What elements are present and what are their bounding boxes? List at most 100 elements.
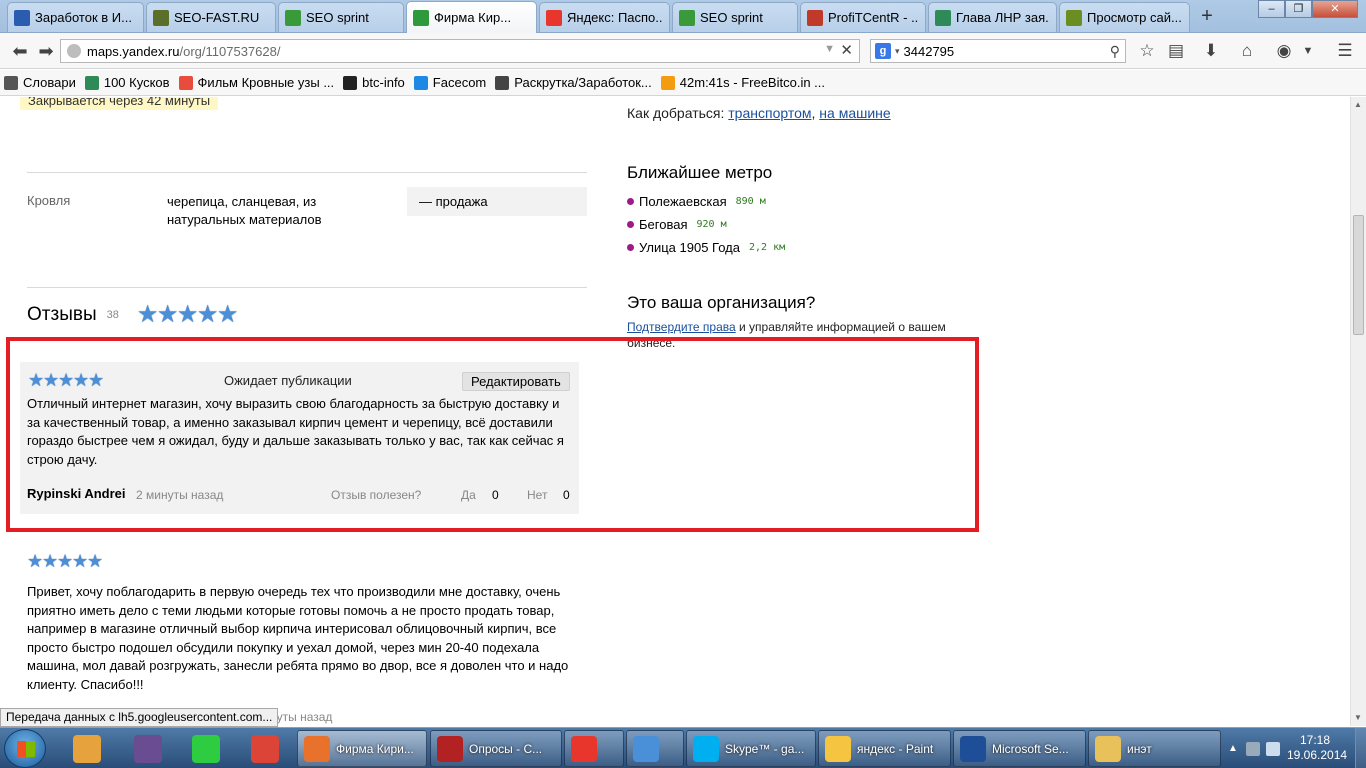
taskbar-pinned-app[interactable] — [183, 731, 229, 767]
taskbar-pinned-app[interactable] — [125, 731, 171, 767]
star-icon[interactable]: ★ — [137, 303, 159, 327]
tab-label: ProfiTCentR - ... — [828, 10, 919, 25]
browser-tab[interactable]: Просмотр сай... — [1059, 2, 1190, 32]
back-button[interactable]: ⬅ — [8, 39, 32, 63]
browser-tab[interactable]: Глава ЛНР зая... — [928, 2, 1057, 32]
tray-expand-icon[interactable]: ▲ — [1228, 743, 1238, 754]
taskbar-window-label: инэт — [1127, 741, 1152, 756]
chrome-icon — [251, 735, 279, 763]
clock[interactable]: 17:18 19.06.2014 — [1287, 733, 1347, 763]
star-icon[interactable]: ☆ — [1135, 39, 1159, 63]
tab-label: SEO sprint — [700, 10, 763, 25]
rating-stars[interactable]: ★ ★ ★ ★ ★ — [137, 303, 239, 327]
new-tab-button[interactable]: + — [1197, 5, 1217, 28]
app-icon — [571, 735, 597, 762]
maximize-button[interactable]: ❐ — [1285, 0, 1312, 18]
google-icon[interactable]: g — [875, 43, 891, 59]
game-avatar-icon — [134, 735, 162, 763]
forward-button[interactable]: ➡ — [34, 39, 58, 63]
metro-item: Полежаевская 890 м — [627, 190, 987, 213]
addon-dropdown-icon[interactable]: ▼ — [1296, 39, 1320, 63]
stop-icon[interactable]: ✕ — [840, 41, 853, 59]
page-content: Закрывается через 42 минуты Кровля череп… — [0, 97, 1350, 726]
tab-label: SEO sprint — [306, 10, 369, 25]
taskbar-window-button[interactable]: Фирма Кири... — [297, 730, 427, 767]
tab-label: SEO-FAST.RU — [174, 10, 260, 25]
menu-icon[interactable]: ☰ — [1333, 39, 1357, 63]
app-icon — [304, 735, 330, 762]
closing-time-badge: Закрывается через 42 минуты — [20, 97, 219, 110]
scrollbar-thumb[interactable] — [1353, 215, 1364, 335]
bookmark-item[interactable]: Facecom — [413, 75, 486, 90]
browser-tab[interactable]: SEO sprint — [278, 2, 404, 32]
browser-tab[interactable]: Яндекс: Паспо... — [539, 2, 670, 32]
taskbar-window-label: Microsoft Se... — [992, 741, 1069, 756]
taskbar-window-button[interactable] — [564, 730, 624, 767]
attribute-value: черепица, сланцевая, из натуральных мате… — [167, 194, 322, 227]
browser-tab[interactable]: ProfiTCentR - ... — [800, 2, 926, 32]
star-icon[interactable]: ★ — [197, 303, 219, 327]
directions-transport-link[interactable]: транспортом — [728, 105, 811, 121]
attribute-tag: — продажа — [407, 187, 587, 216]
taskbar-pinned-app[interactable] — [242, 731, 288, 767]
star-icon: ★ — [87, 551, 104, 571]
taskbar-window-button[interactable]: яндекс - Paint — [818, 730, 951, 767]
bookmark-item[interactable]: Словари — [4, 75, 76, 90]
taskbar-pinned-app[interactable] — [64, 731, 110, 767]
vertical-scrollbar[interactable]: ▲ ▼ — [1350, 97, 1366, 726]
star-icon[interactable]: ★ — [217, 303, 239, 327]
show-desktop-button[interactable] — [1355, 728, 1366, 768]
taskbar-window-button[interactable]: инэт — [1088, 730, 1221, 767]
scroll-up-icon[interactable]: ▲ — [1354, 100, 1362, 109]
taskbar: Фирма Кири... Опросы - С... Skype™ - ga...… — [0, 727, 1366, 768]
review-rating-stars: ★ ★ ★ ★ ★ — [27, 551, 104, 571]
addon-icon[interactable]: ◉ — [1272, 39, 1296, 63]
bookmark-item[interactable]: 42m:41s - FreeBitco.in ... — [660, 75, 825, 90]
highlight-frame — [6, 337, 979, 532]
search-icon[interactable]: ⚲ — [1110, 43, 1120, 60]
scroll-down-icon[interactable]: ▼ — [1354, 713, 1362, 722]
star-icon[interactable]: ★ — [177, 303, 199, 327]
taskbar-window-button[interactable]: Microsoft Se... — [953, 730, 1086, 767]
review-text: Привет, хочу поблагодарить в первую очер… — [27, 584, 569, 692]
tree-icon — [1066, 9, 1082, 26]
confirm-rights-link[interactable]: Подтвердите права — [627, 320, 736, 334]
close-window-button[interactable]: ✕ — [1312, 0, 1358, 18]
taskbar-window-button[interactable]: Skype™ - ga... — [686, 730, 816, 767]
tab-label: Фирма Кир... — [434, 10, 512, 25]
address-bar[interactable]: maps.yandex.ru/org/1107537628/ ▼ ✕ — [60, 39, 860, 63]
minimize-button[interactable]: ‒ — [1258, 0, 1285, 18]
browser-tab[interactable]: Заработок в И... — [7, 2, 144, 32]
browser-tab[interactable]: Фирма Кир... — [406, 1, 537, 33]
star-icon[interactable]: ★ — [157, 303, 179, 327]
url-dropdown-icon[interactable]: ▼ — [824, 43, 835, 55]
home-icon[interactable]: ⌂ — [1235, 39, 1259, 63]
browser-tab[interactable]: SEO-FAST.RU — [146, 2, 276, 32]
taskbar-window-button[interactable]: Опросы - С... — [430, 730, 562, 767]
start-button[interactable] — [4, 729, 46, 768]
bookmarks-list-icon[interactable]: ▤ — [1164, 39, 1188, 63]
search-input[interactable]: 3442795 — [904, 44, 1110, 59]
browser-tab[interactable]: SEO sprint — [672, 2, 798, 32]
bookmark-icon — [413, 75, 428, 90]
bookmark-item[interactable]: btc-info — [343, 75, 405, 90]
app-icon — [1095, 735, 1121, 762]
network-icon[interactable] — [1245, 741, 1260, 756]
metro-distance: 890 м — [735, 196, 766, 207]
app-icon — [693, 735, 719, 762]
bookmark-label: Фильм Кровные узы ... — [197, 75, 335, 90]
volume-icon[interactable] — [1265, 741, 1280, 756]
taskbar-window-button[interactable] — [626, 730, 684, 767]
bookmark-item[interactable]: Фильм Кровные узы ... — [178, 75, 335, 90]
bookmark-item[interactable]: 100 Кусков — [84, 75, 170, 90]
tab-label: Яндекс: Паспо... — [567, 10, 663, 25]
metro-dot-icon — [627, 198, 634, 205]
sf-icon — [153, 9, 169, 26]
search-bar[interactable]: g ▾ 3442795 ⚲ — [870, 39, 1126, 63]
download-icon[interactable]: ⬇ — [1199, 39, 1223, 63]
profit-icon — [807, 9, 823, 26]
bookmark-item[interactable]: Раскрутка/Заработок... — [495, 75, 652, 90]
search-engine-dropdown-icon[interactable]: ▾ — [895, 46, 900, 57]
directions-car-link[interactable]: на машине — [819, 105, 890, 121]
bookmark-label: Словари — [23, 75, 76, 90]
